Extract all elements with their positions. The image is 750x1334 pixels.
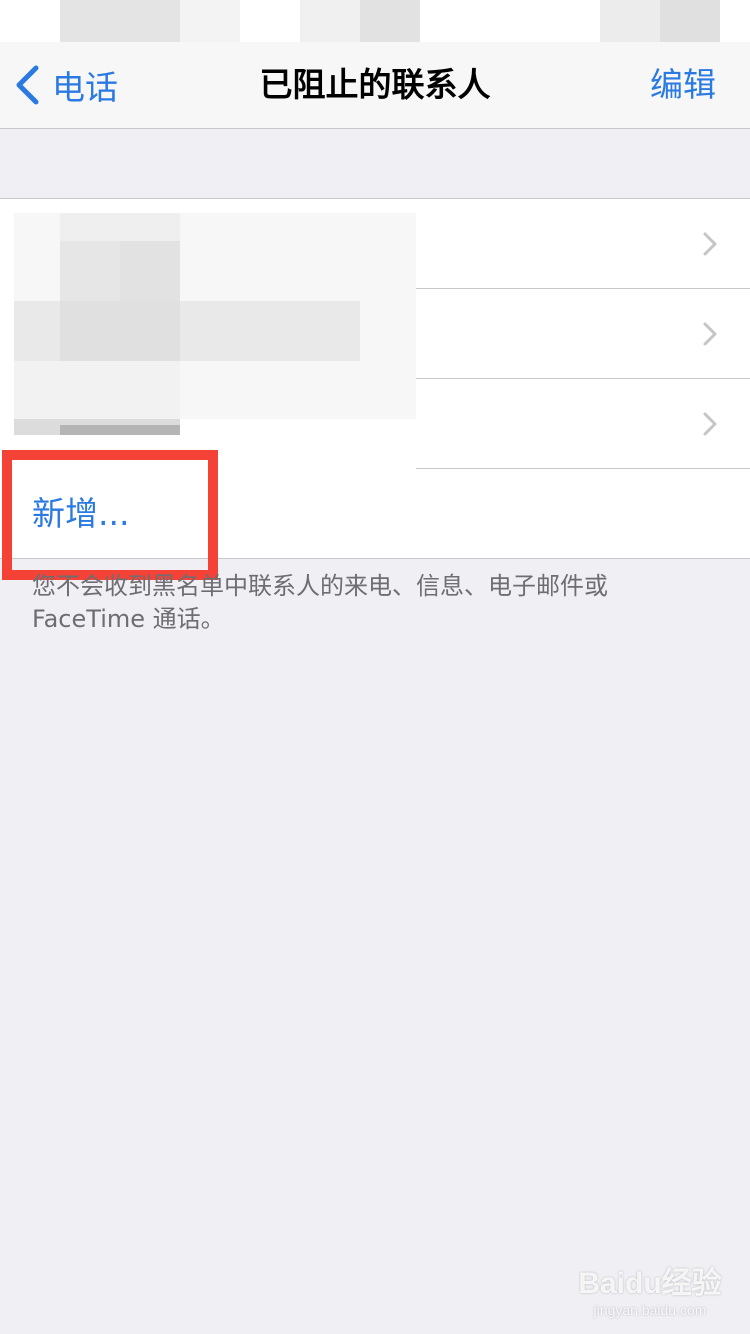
chevron-left-icon (16, 65, 39, 105)
pixelated-status-block (660, 0, 720, 42)
pixelated-status-block (300, 0, 360, 42)
watermark-logo: Baidu经验 (578, 1267, 722, 1300)
navigation-bar: 电话 已阻止的联系人 编辑 (0, 42, 750, 129)
add-new-label: 新增... (32, 494, 130, 533)
pixelated-status-block (360, 0, 420, 42)
back-button-label: 电话 (52, 68, 118, 107)
blocked-list-footer-note: 您不会收到黑名单中联系人的来电、信息、电子邮件或FaceTime 通话。 (32, 572, 608, 633)
chevron-right-icon (703, 412, 717, 436)
chevron-right-icon (703, 322, 717, 346)
add-new-button[interactable]: 新增... (0, 469, 750, 558)
pixelated-status-block (60, 0, 180, 42)
status-bar (0, 0, 750, 42)
baidu-jingyan-watermark: Baidu经验 jingyan.baidu.com (575, 1258, 725, 1318)
chevron-right-icon (703, 232, 717, 256)
edit-button[interactable]: 编辑 (650, 42, 716, 128)
watermark-url: jingyan.baidu.com (593, 1302, 707, 1318)
pixelated-status-block (180, 0, 240, 42)
back-button[interactable]: 电话 (14, 42, 118, 128)
pixelated-status-block (600, 0, 660, 42)
blocked-contacts-list: 新增... (0, 198, 750, 559)
